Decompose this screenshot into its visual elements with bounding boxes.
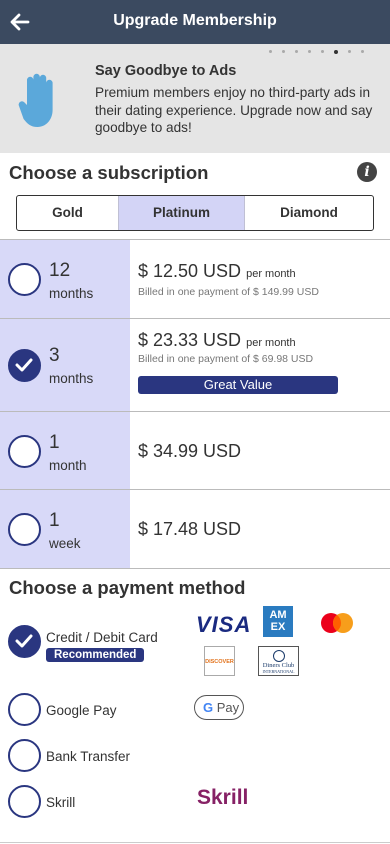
plan-price-wrap: $ 23.33 USD per month [138, 330, 296, 351]
info-icon[interactable]: i [357, 162, 377, 182]
plan-duration[interactable]: 12 months [0, 240, 130, 318]
plan-duration[interactable]: 1 week [0, 490, 130, 568]
carousel-dots[interactable] [269, 49, 364, 54]
payment-method-label: Google Pay [46, 703, 117, 718]
discover-logo: DISCOVER [204, 646, 235, 676]
google-pay-logo: G Pay [194, 695, 244, 720]
payment-radio-selected[interactable] [8, 625, 41, 658]
banner-title: Say Goodbye to Ads [95, 63, 237, 79]
carousel-dot[interactable] [308, 50, 311, 53]
plan-duration[interactable]: 1 month [0, 412, 130, 489]
diners-club-line2: INTERNATIONAL [262, 669, 295, 674]
tab-diamond[interactable]: Diamond [245, 196, 373, 230]
plan-billed: Billed in one payment of $ 149.99 USD [138, 286, 319, 298]
plan-radio-selected[interactable] [8, 349, 41, 382]
plan-row-1-month[interactable]: 1 month $ 34.99 USD [0, 411, 390, 489]
payment-method-label: Bank Transfer [46, 749, 131, 764]
plan-radio[interactable] [8, 263, 41, 296]
plan-pricing[interactable]: $ 17.48 USD [130, 490, 390, 568]
plan-pricing[interactable]: $ 23.33 USD per month Billed in one paym… [130, 319, 390, 411]
recommended-badge: Recommended [46, 648, 145, 662]
payment-radio[interactable] [8, 693, 41, 726]
header-bar: Upgrade Membership [0, 0, 390, 44]
plan-price: $ 12.50 USD [138, 261, 242, 281]
plan-radio[interactable] [8, 513, 41, 546]
plan-row-12-months[interactable]: 12 months $ 12.50 USD per month Billed i… [0, 239, 390, 318]
plan-duration-number: 1 [49, 432, 60, 453]
plan-pricing[interactable]: $ 34.99 USD [130, 412, 390, 489]
checkmark-icon [15, 358, 33, 372]
payment-method-label: Credit / Debit Card [46, 630, 158, 645]
payment-radio[interactable] [8, 785, 41, 818]
diners-club-logo: Diners Club INTERNATIONAL [258, 646, 299, 676]
plan-row-3-months[interactable]: 3 months $ 23.33 USD per month Billed in… [0, 318, 390, 411]
carousel-dot[interactable] [334, 49, 338, 54]
plan-duration-unit: months [49, 371, 94, 386]
plan-price: $ 23.33 USD [138, 330, 242, 350]
payment-heading: Choose a payment method [9, 577, 246, 598]
plan-duration-number: 12 [49, 260, 71, 281]
plan-billed: Billed in one payment of $ 69.98 USD [138, 353, 314, 365]
tab-platinum[interactable]: Platinum [118, 196, 245, 230]
raised-hand-icon [18, 73, 53, 127]
plan-per: per month [246, 337, 296, 349]
plan-list-divider [0, 568, 390, 569]
carousel-dot[interactable] [361, 50, 364, 53]
discover-logo-text: DISCOVER [205, 659, 234, 665]
tab-gold[interactable]: Gold [17, 196, 118, 230]
tier-tabs: Gold Platinum Diamond [16, 195, 374, 231]
amex-logo: AM EX [263, 606, 293, 637]
visa-logo: VISA [196, 612, 252, 637]
mastercard-logo [321, 613, 353, 633]
bottom-divider [0, 842, 390, 843]
carousel-dot[interactable] [348, 50, 351, 53]
plan-price-wrap: $ 12.50 USD per month [138, 261, 296, 282]
diners-club-circle [272, 650, 285, 662]
google-pay-text: Pay [216, 700, 240, 715]
carousel-dot[interactable] [269, 50, 272, 53]
benefit-banner[interactable]: Say Goodbye to Ads Premium members enjoy… [0, 44, 390, 153]
plan-duration-number: 1 [49, 510, 60, 531]
payment-radio[interactable] [8, 739, 41, 772]
carousel-dot[interactable] [295, 50, 298, 53]
plan-duration-number: 3 [49, 345, 60, 366]
diners-club-line1: Diners Club [262, 662, 295, 669]
amex-logo-line1: AM [269, 609, 287, 621]
plan-price: $ 34.99 USD [138, 441, 242, 461]
carousel-dot[interactable] [282, 50, 285, 53]
page-title: Upgrade Membership [113, 12, 277, 29]
plan-per: per month [246, 268, 296, 280]
plan-duration-unit: week [49, 536, 81, 551]
plan-duration[interactable]: 3 months [0, 319, 130, 411]
google-g-icon: G [203, 700, 214, 715]
payment-method-label: Skrill [46, 795, 76, 810]
skrill-logo: Skrill [197, 786, 249, 809]
plan-duration-unit: month [49, 458, 87, 473]
subscription-heading: Choose a subscription [9, 162, 209, 183]
plan-list: 12 months $ 12.50 USD per month Billed i… [0, 239, 390, 569]
plan-duration-unit: months [49, 286, 94, 301]
plan-radio[interactable] [8, 435, 41, 468]
great-value-badge: Great Value [138, 376, 338, 394]
checkmark-icon [15, 634, 33, 648]
plan-price: $ 17.48 USD [138, 519, 242, 539]
banner-description: Premium members enjoy no third-party ads… [95, 85, 373, 135]
carousel-dot[interactable] [321, 50, 324, 53]
plan-pricing[interactable]: $ 12.50 USD per month Billed in one paym… [130, 240, 390, 318]
plan-row-1-week[interactable]: 1 week $ 17.48 USD [0, 489, 390, 568]
amex-logo-line2: EX [270, 621, 286, 633]
